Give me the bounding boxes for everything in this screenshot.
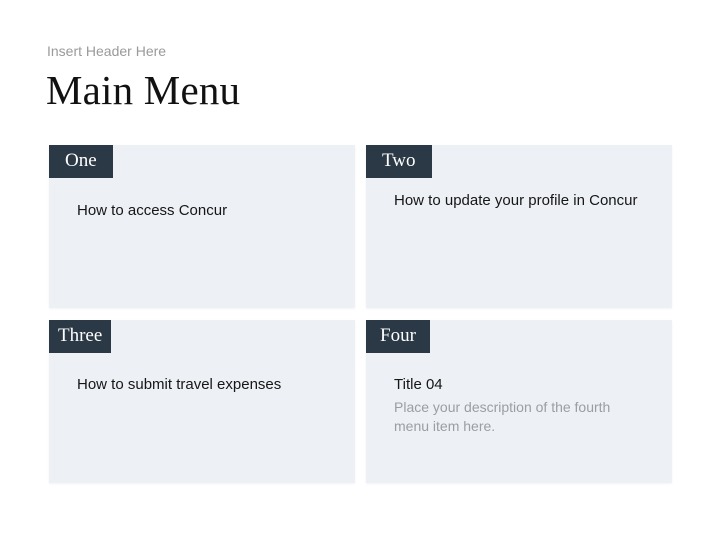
menu-card-three[interactable]: Three How to submit travel expenses bbox=[49, 320, 355, 483]
menu-card-one[interactable]: One How to access Concur bbox=[49, 145, 355, 308]
header-placeholder: Insert Header Here bbox=[47, 43, 167, 59]
menu-card-description: Place your description of the fourth men… bbox=[394, 399, 611, 434]
menu-card-title: How to submit travel expenses bbox=[77, 376, 282, 393]
menu-card-title: Title 04 bbox=[394, 376, 443, 393]
menu-card-two[interactable]: Two How to update your profile in Concur bbox=[366, 145, 672, 308]
menu-card-title: How to update your profile in Concur bbox=[394, 192, 638, 209]
slide: Insert Header Here Main Menu One How to … bbox=[0, 0, 720, 540]
menu-card-four[interactable]: Four Title 04 Place your description of … bbox=[366, 320, 672, 483]
menu-card-title: How to access Concur bbox=[77, 202, 228, 219]
menu-card-tag: Two bbox=[366, 145, 432, 178]
page-title: Main Menu bbox=[46, 67, 241, 113]
menu-card-tag: Three bbox=[49, 320, 112, 353]
menu-card-tag: One bbox=[49, 145, 113, 178]
menu-card-tag: Four bbox=[366, 320, 430, 353]
